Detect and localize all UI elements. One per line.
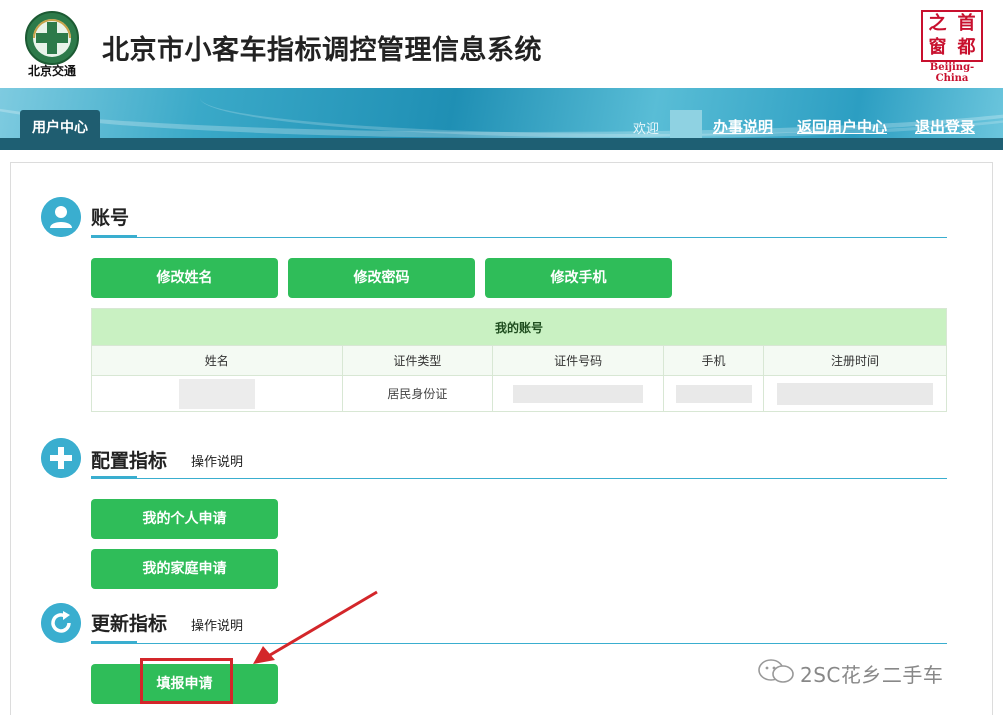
nav-band: 用户中心 欢迎 办事说明 返回用户中心 退出登录 <box>0 88 1003 150</box>
link-back-user-center[interactable]: 返回用户中心 <box>797 116 887 137</box>
config-help-link[interactable]: 操作说明 <box>191 451 243 470</box>
seal-char: 首 <box>957 13 976 34</box>
seal-char: 都 <box>957 37 976 58</box>
annotation-highlight-box <box>140 658 233 704</box>
capital-window-seal: 之 首 窗 都 <box>921 10 983 62</box>
col-id-type: 证件类型 <box>341 345 494 376</box>
col-register-time: 注册时间 <box>763 345 947 376</box>
seal-char: 窗 <box>928 37 947 58</box>
cell-id-type: 居民身份证 <box>341 375 494 412</box>
refresh-icon <box>41 603 81 643</box>
nav-bottom-strip <box>0 138 1003 150</box>
tab-user-center[interactable]: 用户中心 <box>20 110 100 150</box>
my-account-table: 我的账号 姓名 证件类型 证件号码 手机 注册时间 居民身份证 <box>91 308 947 412</box>
my-personal-application-button[interactable]: 我的个人申请 <box>91 499 278 539</box>
link-guide[interactable]: 办事说明 <box>713 116 773 137</box>
welcome-text: 欢迎 <box>633 122 660 137</box>
cell-name-redacted <box>91 375 343 412</box>
edit-password-button[interactable]: 修改密码 <box>288 258 475 298</box>
system-title: 北京市小客车指标调控管理信息系统 <box>102 35 542 66</box>
table-row: 居民身份证 <box>91 375 947 412</box>
seal-char: 之 <box>928 13 947 34</box>
edit-phone-button[interactable]: 修改手机 <box>485 258 672 298</box>
col-id-number: 证件号码 <box>492 345 665 376</box>
user-icon <box>41 197 81 237</box>
seal-caption: Beijing-China <box>929 62 975 84</box>
cell-id-number-redacted <box>492 375 665 412</box>
username-redacted <box>670 110 702 138</box>
section-underline <box>91 476 137 479</box>
section-divider <box>91 643 947 644</box>
section-title-account: 账号 <box>91 207 130 229</box>
wechat-icon <box>758 659 794 683</box>
section-divider <box>91 237 947 238</box>
col-name: 姓名 <box>91 345 343 376</box>
plus-icon <box>41 438 81 478</box>
cell-register-time-redacted <box>763 375 947 412</box>
site-header: 北京交通 北京市小客车指标调控管理信息系统 之 首 窗 都 Beijing-Ch… <box>0 0 1003 90</box>
renew-help-link[interactable]: 操作说明 <box>191 615 243 634</box>
section-title-renew: 更新指标 <box>91 613 168 635</box>
table-caption: 我的账号 <box>91 308 947 346</box>
my-family-application-button[interactable]: 我的家庭申请 <box>91 549 278 589</box>
link-logout[interactable]: 退出登录 <box>915 116 975 137</box>
annotation-arrow-icon <box>253 590 378 664</box>
section-title-config: 配置指标 <box>91 450 168 472</box>
col-phone: 手机 <box>663 345 765 376</box>
section-divider <box>91 478 947 479</box>
watermark-text: 2SC花乡二手车 <box>800 663 944 687</box>
edit-name-button[interactable]: 修改姓名 <box>91 258 278 298</box>
cell-phone-redacted <box>663 375 765 412</box>
section-underline <box>91 235 137 238</box>
logo-text: 北京交通 <box>27 64 76 78</box>
section-underline <box>91 641 137 644</box>
